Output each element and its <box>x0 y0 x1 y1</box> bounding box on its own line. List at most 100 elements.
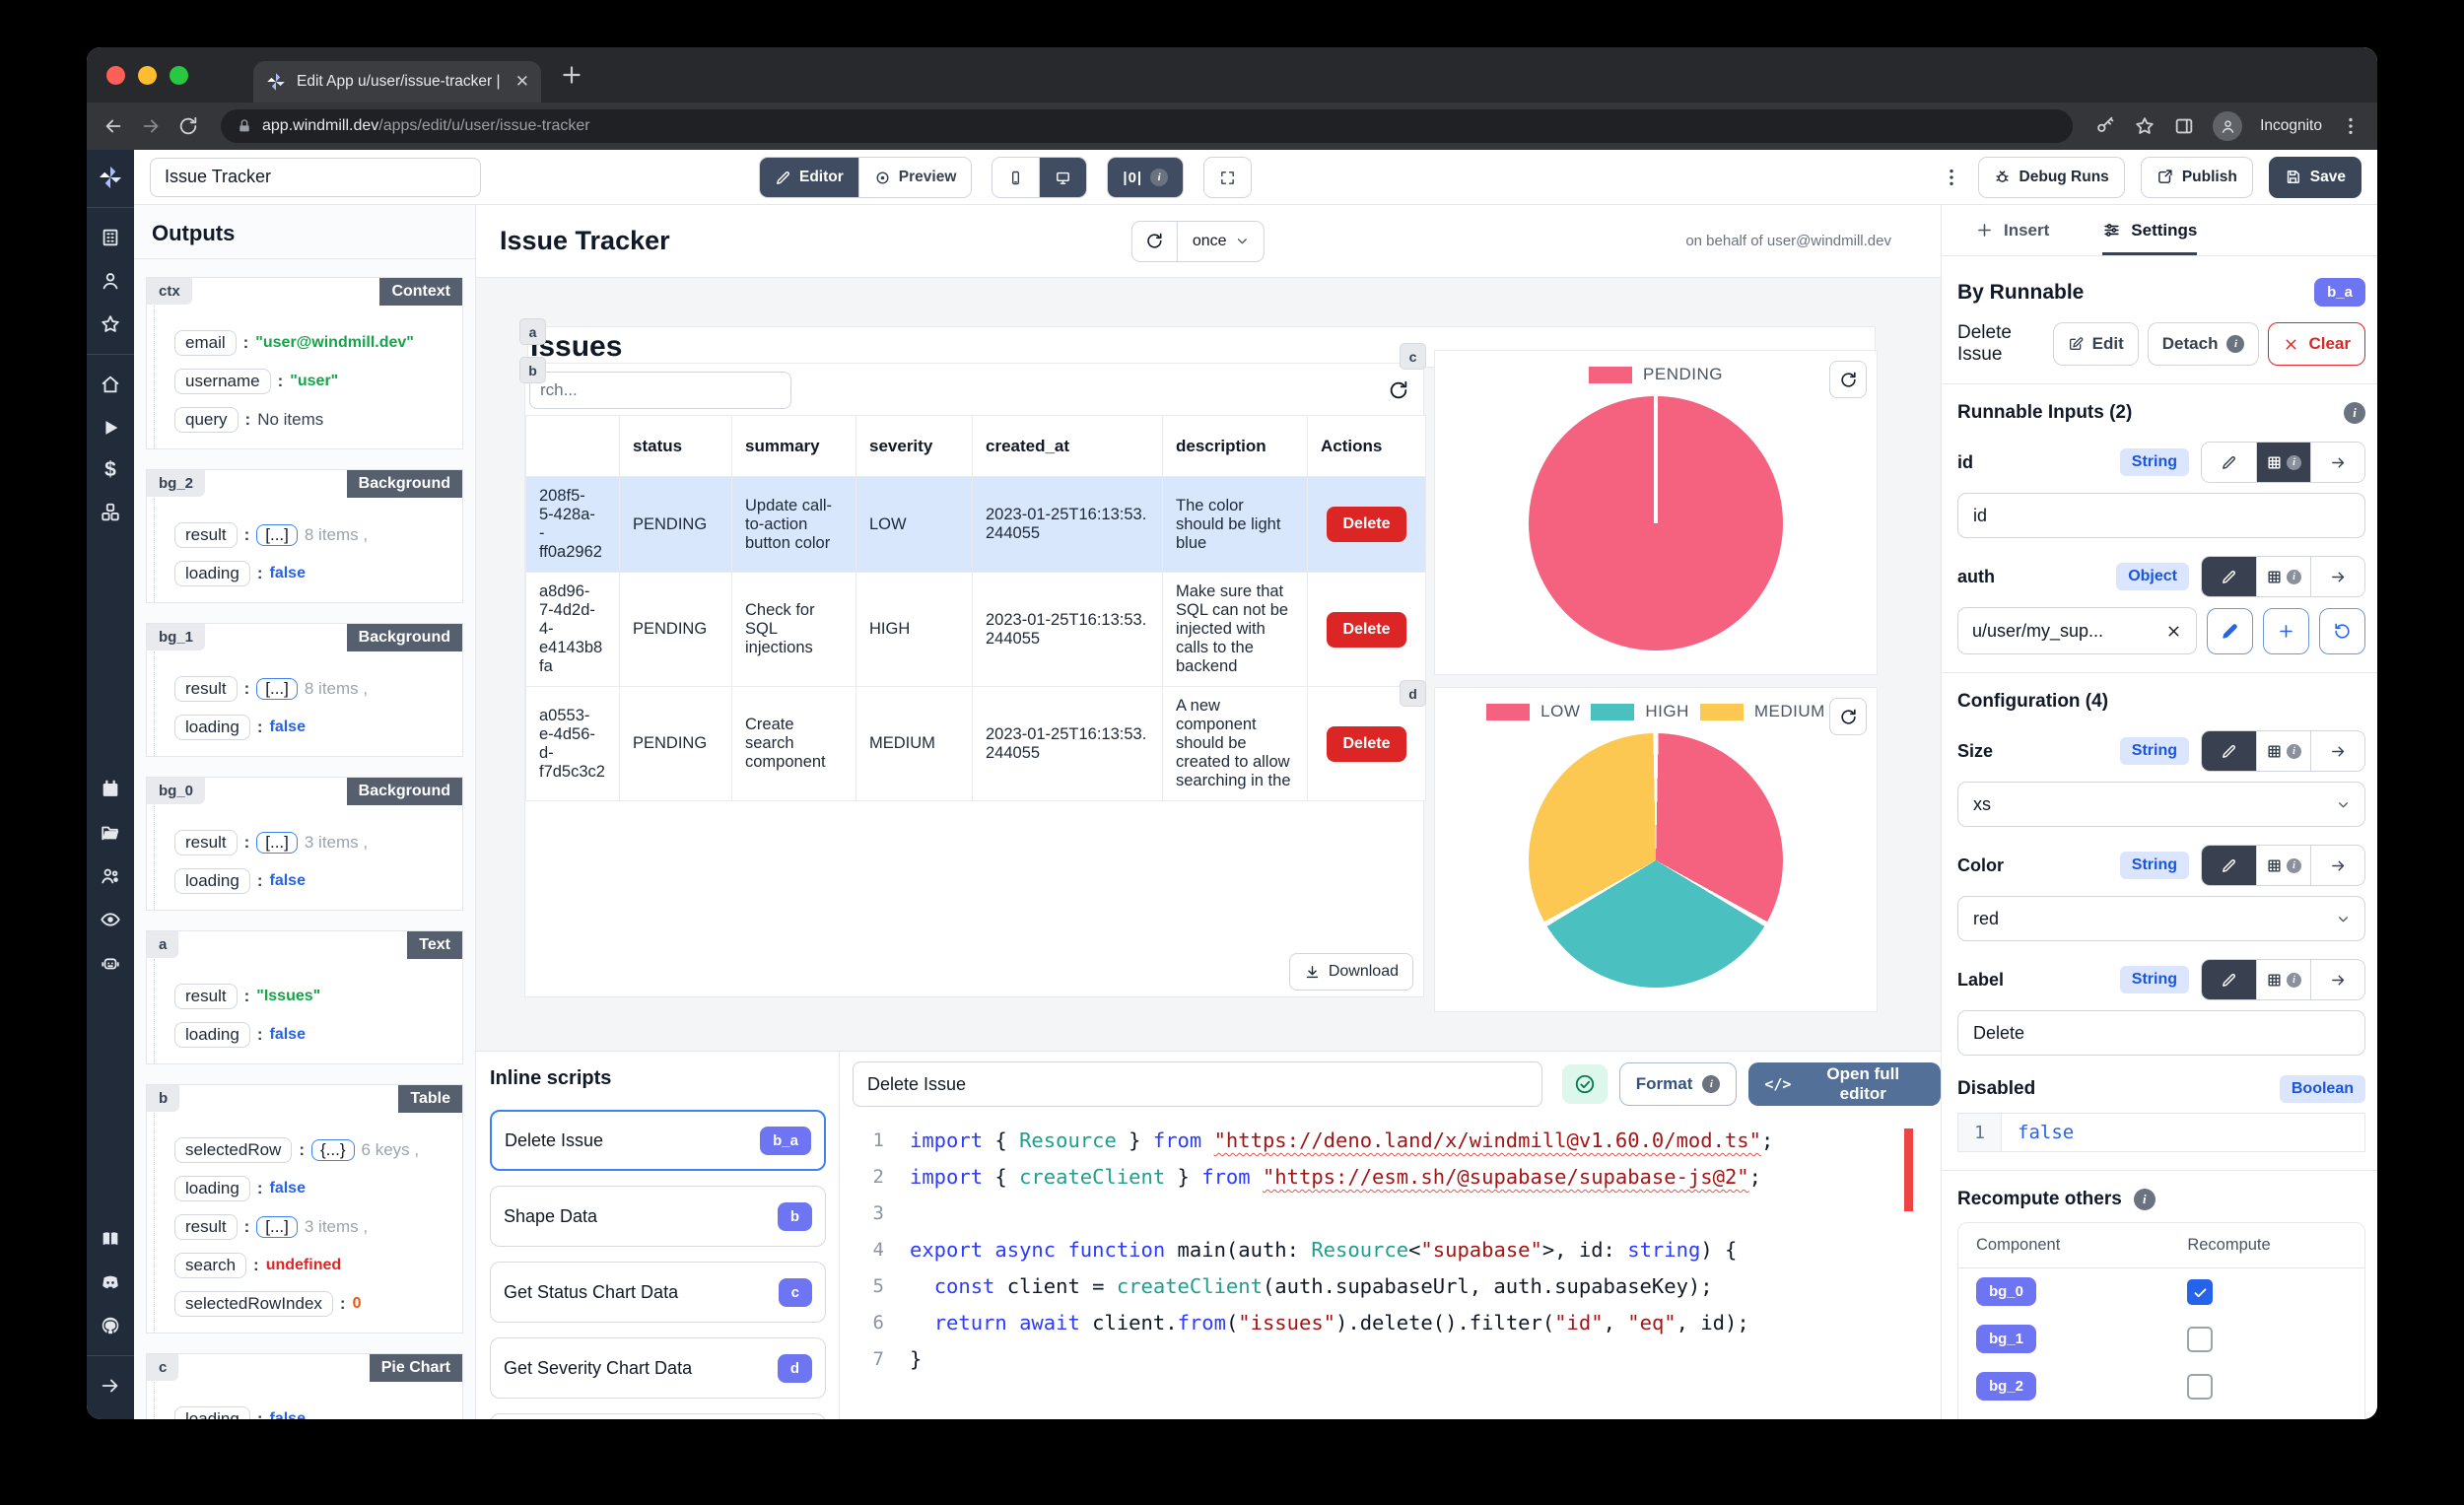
eval-mode-button[interactable] <box>2310 443 2364 482</box>
recompute-checkbox[interactable] <box>2187 1327 2213 1352</box>
output-key[interactable]: loading <box>174 1406 250 1419</box>
output-key[interactable]: loading <box>174 1022 250 1048</box>
static-mode-button[interactable] <box>2202 846 2256 885</box>
tab-insert[interactable]: Insert <box>1975 205 2049 255</box>
output-entry[interactable]: loading:false <box>174 1176 450 1201</box>
output-entry[interactable]: loading:false <box>174 715 450 740</box>
maximize-window-button[interactable] <box>170 66 188 85</box>
output-entry[interactable]: username:"user" <box>174 369 450 394</box>
size-select[interactable]: xs <box>1957 782 2365 827</box>
output-key[interactable]: result <box>174 676 238 702</box>
output-key[interactable]: loading <box>174 715 250 740</box>
desktop-view-button[interactable] <box>1039 158 1086 197</box>
output-key[interactable]: loading <box>174 1176 250 1201</box>
refresh-mode-dropdown[interactable]: once <box>1178 222 1264 261</box>
output-entry[interactable]: result:[...]3 items , <box>174 1214 450 1240</box>
sidebar-item-home[interactable] <box>100 374 121 395</box>
pie-c-refresh-button[interactable] <box>1829 361 1867 398</box>
output-entry[interactable]: loading:false <box>174 1022 450 1048</box>
connect-mode-button[interactable]: i <box>2256 731 2310 771</box>
legend-item[interactable]: HIGH <box>1591 702 1689 721</box>
format-button[interactable]: Formati <box>1619 1062 1738 1106</box>
section-id-badge[interactable]: ctx <box>147 278 192 305</box>
fullscreen-button[interactable] <box>1204 158 1251 197</box>
edit-resource-button[interactable] <box>2207 608 2253 654</box>
expand-pill[interactable]: [...] <box>256 832 298 854</box>
section-id-badge[interactable]: bg_2 <box>147 470 205 497</box>
browser-tab[interactable]: Edit App u/user/issue-tracker | ✕ <box>253 61 541 103</box>
color-select[interactable]: red <box>1957 896 2365 941</box>
open-full-editor-button[interactable]: </>Open full editor <box>1748 1062 1941 1106</box>
sidebar-item-ai[interactable] <box>100 952 121 974</box>
output-key[interactable]: query <box>174 407 239 433</box>
eval-mode-button[interactable] <box>2310 960 2364 999</box>
close-window-button[interactable] <box>106 66 125 85</box>
password-manager-icon[interactable] <box>2094 115 2116 137</box>
section-id-badge[interactable]: bg_1 <box>147 624 205 650</box>
hide-left-panel-toggle[interactable]: |0|i <box>1108 158 1183 197</box>
section-id-badge[interactable]: bg_0 <box>147 778 205 804</box>
section-id-badge[interactable]: c <box>147 1354 178 1381</box>
recompute-checkbox[interactable] <box>2187 1279 2213 1305</box>
connect-mode-button[interactable]: i <box>2256 443 2310 482</box>
component-badge[interactable]: bg_2 <box>1976 1372 2036 1401</box>
expand-pill[interactable]: [...] <box>256 678 298 700</box>
sidebar-item-schedules[interactable] <box>100 779 121 800</box>
legend-item[interactable]: PENDING <box>1589 365 1723 384</box>
output-entry[interactable]: query:No items <box>174 407 450 433</box>
app-name-input[interactable] <box>150 158 481 197</box>
eval-mode-button[interactable] <box>2310 557 2364 596</box>
expand-pill[interactable]: [...] <box>256 1216 298 1238</box>
forward-icon[interactable] <box>140 115 162 137</box>
static-mode-button[interactable] <box>2202 443 2256 482</box>
label-value-input[interactable] <box>1957 1010 2365 1056</box>
component-badge[interactable]: bg_1 <box>1976 1325 2036 1353</box>
windmill-logo-icon[interactable] <box>97 164 124 191</box>
sidebar-item-folders[interactable] <box>100 822 121 844</box>
pie-d-refresh-button[interactable] <box>1829 698 1867 735</box>
connect-mode-button[interactable]: i <box>2256 557 2310 596</box>
output-key[interactable]: result <box>174 522 238 548</box>
delete-button[interactable]: Delete <box>1327 507 1405 542</box>
component-tag-d[interactable]: d <box>1400 680 1426 707</box>
table-row[interactable]: a8d96- 7-4d2d- 4- e4143b8faPENDINGCheck … <box>526 573 1426 687</box>
clear-resource-icon[interactable] <box>2165 623 2182 640</box>
expand-pill[interactable]: {...} <box>311 1139 355 1161</box>
output-entry[interactable]: loading:false <box>174 868 450 894</box>
output-key[interactable]: result <box>174 984 238 1009</box>
reload-icon[interactable] <box>177 115 199 137</box>
github-icon[interactable] <box>100 1315 121 1336</box>
sidebar-item-audit-logs[interactable] <box>100 909 121 930</box>
output-key[interactable]: search <box>174 1253 246 1278</box>
output-entry[interactable]: selectedRow:{...}6 keys , <box>174 1137 450 1163</box>
inline-script-item[interactable]: Create Issuer <box>490 1413 826 1419</box>
mobile-view-button[interactable] <box>992 158 1039 197</box>
info-icon[interactable]: i <box>2134 1189 2156 1210</box>
table-component-b[interactable]: statussummaryseveritycreated_atdescripti… <box>524 363 1424 997</box>
legend-item[interactable]: MEDIUM <box>1700 702 1825 721</box>
output-entry[interactable]: result:"Issues" <box>174 984 450 1009</box>
output-key[interactable]: result <box>174 830 238 855</box>
code-editor[interactable]: 1234567 import { Resource } from "https:… <box>853 1123 1941 1378</box>
sidebar-item-variables[interactable]: $ <box>104 458 116 482</box>
expand-pill[interactable]: [...] <box>256 524 298 546</box>
more-options-icon[interactable] <box>1941 167 1962 188</box>
preview-mode-button[interactable]: Preview <box>858 158 972 197</box>
add-resource-button[interactable] <box>2263 608 2309 654</box>
legend-item[interactable]: LOW <box>1486 702 1580 721</box>
output-entry[interactable]: result:[...]8 items , <box>174 522 450 548</box>
output-entry[interactable]: search:undefined <box>174 1253 450 1278</box>
back-icon[interactable] <box>103 115 124 137</box>
code-content[interactable]: import { Resource } from "https://deno.l… <box>910 1123 1773 1378</box>
disabled-expression-editor[interactable]: 1 false <box>1957 1113 2365 1152</box>
debug-runs-button[interactable]: Debug Runs <box>1978 157 2125 198</box>
app-canvas[interactable]: a Issues b <box>476 278 1941 1051</box>
output-key[interactable]: selectedRowIndex <box>174 1291 333 1317</box>
component-tag-c[interactable]: c <box>1400 343 1426 370</box>
output-entry[interactable]: selectedRowIndex:0 <box>174 1291 450 1317</box>
refresh-resource-button[interactable] <box>2319 608 2365 654</box>
app-refresh-button[interactable] <box>1132 222 1178 261</box>
discord-icon[interactable] <box>100 1271 121 1293</box>
detach-button[interactable]: Detachi <box>2148 322 2260 366</box>
table-search-input[interactable] <box>529 372 791 409</box>
